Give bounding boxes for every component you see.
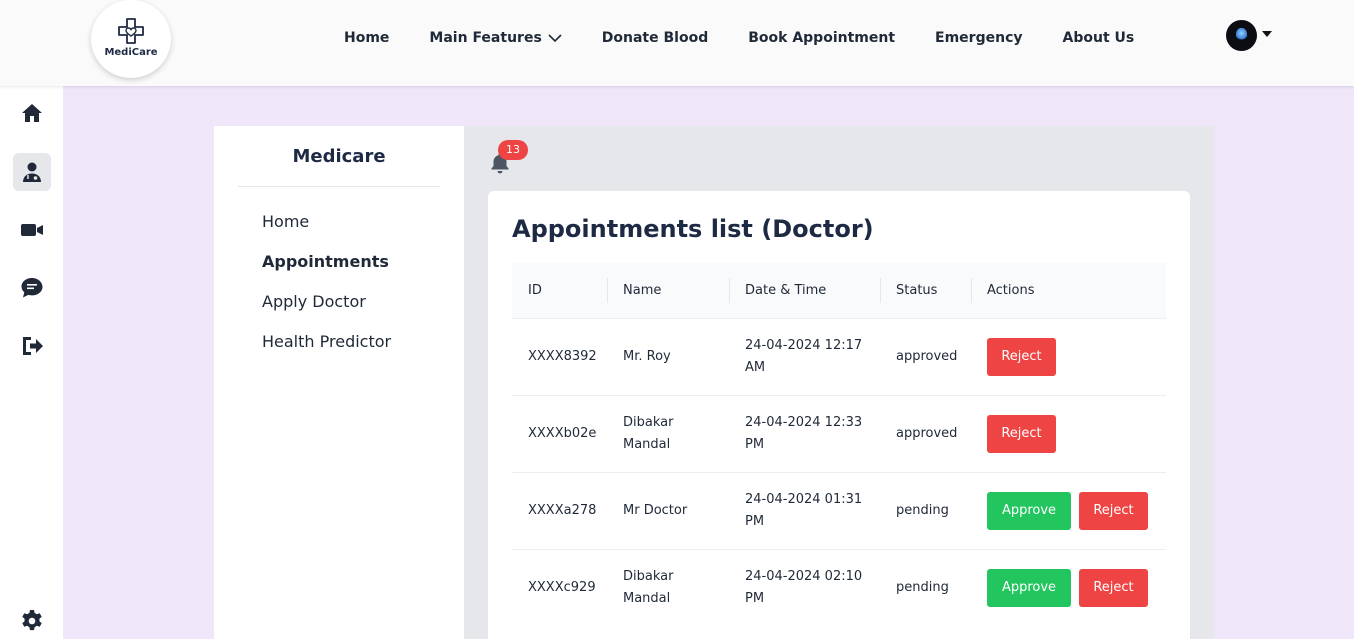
table-header-row: ID Name Date & Time Status Actions	[512, 263, 1166, 318]
icon-rail	[0, 86, 63, 639]
column-header-name: Name	[607, 263, 729, 318]
rail-chat-button[interactable]	[13, 269, 51, 307]
column-header-actions: Actions	[971, 263, 1166, 318]
main-nav: Home Main Features Donate Blood Book App…	[344, 28, 1134, 48]
home-icon	[22, 104, 42, 122]
sidebar-item-home[interactable]: Home	[262, 212, 391, 252]
gear-icon	[22, 610, 42, 631]
table-row: XXXXa278 Mr Doctor 24-04-2024 01:31 PM p…	[512, 471, 1166, 549]
cell-name: Dibakar Mandal	[623, 568, 674, 606]
nav-about-us[interactable]: About Us	[1063, 30, 1135, 46]
column-header-date-time: Date & Time	[729, 263, 880, 318]
nav-main-features-label: Main Features	[429, 30, 542, 46]
top-navbar: MediCare Home Main Features Donate Blood…	[0, 0, 1354, 86]
cell-status: pending	[880, 471, 971, 549]
cell-status: pending	[880, 548, 971, 626]
medical-cross-icon	[118, 18, 144, 44]
main-panel: 13 Appointments list (Doctor) ID Name Da…	[464, 126, 1214, 639]
cell-status: approved	[880, 317, 971, 395]
notification-count-badge: 13	[498, 140, 528, 160]
cell-name: Mr. Roy	[623, 348, 671, 364]
logout-icon	[23, 337, 43, 355]
sidebar-item-health-predictor[interactable]: Health Predictor	[262, 332, 391, 372]
caret-down-icon	[1262, 30, 1272, 37]
medicare-logo[interactable]: MediCare	[91, 0, 171, 78]
nav-emergency[interactable]: Emergency	[935, 30, 1022, 46]
chat-bubble-icon	[21, 278, 43, 298]
sidebar-item-apply-doctor[interactable]: Apply Doctor	[262, 292, 391, 332]
video-camera-icon	[21, 224, 43, 236]
cell-name: Dibakar Mandal	[623, 414, 674, 452]
cell-date-time: 24-04-2024 01:31 PM	[745, 491, 863, 529]
cell-actions: Approve Reject	[971, 471, 1166, 549]
sidebar-menu: Home Appointments Apply Doctor Health Pr…	[262, 212, 391, 372]
approve-button[interactable]: Approve	[987, 491, 1071, 530]
cell-date-time: 24-04-2024 12:33 PM	[745, 414, 863, 452]
nav-donate-blood[interactable]: Donate Blood	[602, 30, 708, 46]
cell-date-time: 24-04-2024 02:10 PM	[745, 568, 863, 606]
cell-actions: Reject	[971, 317, 1166, 395]
appointments-table: ID Name Date & Time Status Actions XXXX8…	[512, 263, 1166, 626]
column-header-id: ID	[528, 282, 542, 298]
cell-id: XXXXc929	[512, 548, 607, 626]
reject-button[interactable]: Reject	[987, 414, 1056, 453]
reject-button[interactable]: Reject	[987, 337, 1056, 376]
cell-date-time: 24-04-2024 12:17 AM	[745, 337, 863, 375]
cell-id: XXXXa278	[512, 471, 607, 549]
table-row: XXXXc929 Dibakar Mandal 24-04-2024 02:10…	[512, 548, 1166, 626]
sidebar: Medicare Home Appointments Apply Doctor …	[214, 126, 464, 639]
nav-home[interactable]: Home	[344, 30, 389, 46]
rail-home-button[interactable]	[13, 94, 51, 132]
appointments-card: Appointments list (Doctor) ID Name Date …	[488, 191, 1190, 639]
cell-id: XXXXb02e	[512, 394, 607, 472]
column-header-status: Status	[880, 263, 971, 318]
sidebar-title: Medicare	[292, 146, 386, 167]
logo-text: MediCare	[104, 47, 158, 58]
cell-actions: Approve Reject	[971, 548, 1166, 626]
nav-main-features[interactable]: Main Features	[429, 30, 562, 46]
table-row: XXXXb02e Dibakar Mandal 24-04-2024 12:33…	[512, 394, 1166, 472]
cell-name: Mr Doctor	[623, 502, 688, 518]
rail-logout-button[interactable]	[13, 327, 51, 365]
rail-doctor-button[interactable]	[13, 153, 51, 191]
sidebar-item-appointments[interactable]: Appointments	[262, 252, 391, 292]
chevron-down-icon	[548, 33, 562, 42]
table-row: XXXX8392 Mr. Roy 24-04-2024 12:17 AM app…	[512, 317, 1166, 395]
divider	[238, 186, 440, 187]
cell-status: approved	[880, 394, 971, 472]
rail-video-button[interactable]	[13, 211, 51, 249]
cell-actions: Reject	[971, 394, 1166, 472]
approve-button[interactable]: Approve	[987, 568, 1071, 607]
nav-book-appointment[interactable]: Book Appointment	[748, 30, 895, 46]
user-doctor-icon	[23, 162, 41, 182]
avatar	[1226, 20, 1257, 51]
reject-button[interactable]: Reject	[1079, 568, 1148, 607]
cell-id: XXXX8392	[512, 317, 607, 395]
reject-button[interactable]: Reject	[1079, 491, 1148, 530]
page-title: Appointments list (Doctor)	[512, 215, 874, 243]
user-menu[interactable]	[1226, 20, 1272, 51]
rail-settings-button[interactable]	[13, 602, 51, 639]
